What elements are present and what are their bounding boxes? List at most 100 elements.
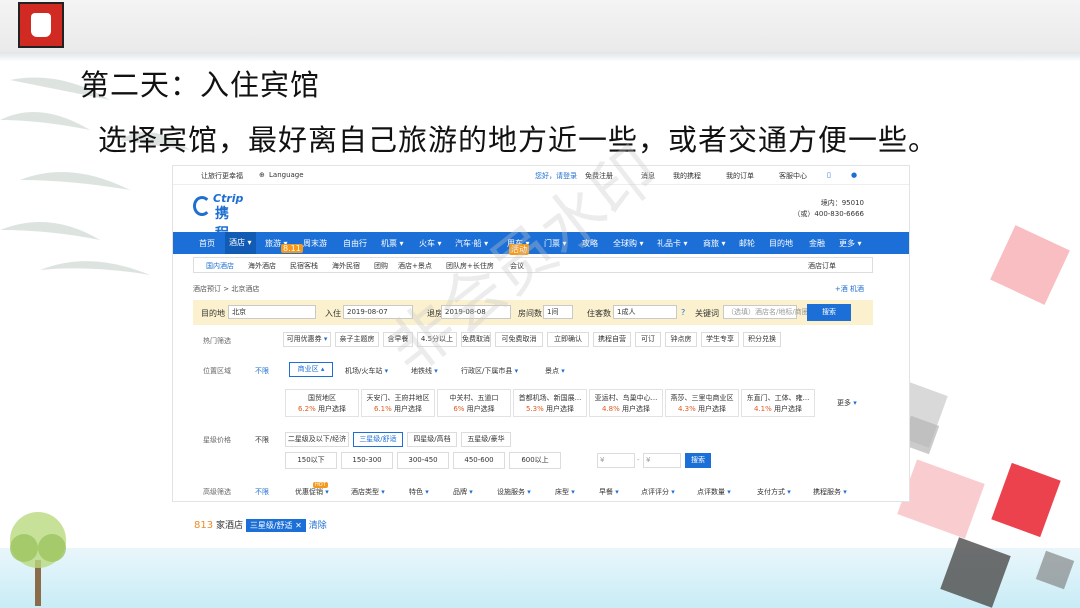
- hot-filter-coupon[interactable]: 可用优惠券 ▾: [283, 332, 331, 347]
- hotel-orders-link[interactable]: 酒店订单: [808, 261, 836, 271]
- star-option[interactable]: 三星级/舒适: [353, 432, 403, 447]
- subnav-overseas-bnb[interactable]: 海外民宿: [332, 261, 360, 271]
- help-link[interactable]: 客服中心: [779, 171, 807, 181]
- area-option[interactable]: 燕莎、三里屯商业区 4.3% 用户选择: [665, 389, 739, 417]
- nav-finance[interactable]: 金融: [809, 238, 825, 249]
- hot-filter-family[interactable]: 亲子主题房: [335, 332, 379, 347]
- filter-payment[interactable]: 支付方式 ▾: [757, 487, 791, 497]
- tab-airport-station[interactable]: 机场/火车站 ▾: [345, 366, 388, 376]
- my-trip-link[interactable]: 我的携程: [673, 171, 701, 181]
- help-icon[interactable]: ?: [681, 308, 685, 317]
- hot-filter-instant[interactable]: 立即确认: [547, 332, 589, 347]
- subnav-team[interactable]: 团队房+长住房: [446, 261, 494, 271]
- filter-promo[interactable]: 优惠促销 ▾ HOT: [295, 482, 329, 497]
- nav-hotel[interactable]: 酒店 ▾: [225, 232, 256, 254]
- login-link[interactable]: 您好，请登录: [535, 171, 577, 181]
- star-option[interactable]: 四星级/高档: [407, 432, 457, 447]
- price-max-input[interactable]: ¥: [643, 453, 681, 468]
- nav-train[interactable]: 火车 ▾: [419, 238, 442, 249]
- tab-subway[interactable]: 地铁线 ▾: [411, 366, 438, 376]
- filter-breakfast[interactable]: 早餐 ▾: [599, 487, 619, 497]
- nav-business[interactable]: 商旅 ▾: [703, 238, 726, 249]
- area-option[interactable]: 中关村、五道口 6% 用户选择: [437, 389, 511, 417]
- selected-filter-tag[interactable]: 三星级/舒适 ✕: [245, 519, 306, 532]
- messages-link[interactable]: 消息: [641, 171, 655, 181]
- price-search-button[interactable]: 搜索: [685, 453, 711, 468]
- hot-filter-cancel[interactable]: 免费取消: [461, 332, 491, 347]
- filter-features[interactable]: 特色 ▾: [409, 487, 429, 497]
- tab-business-district[interactable]: 商业区 ▴: [289, 362, 333, 377]
- guests-select[interactable]: 1成人: [613, 305, 677, 319]
- star-unlimited[interactable]: 不限: [255, 435, 269, 445]
- subnav-domestic[interactable]: 国内酒店: [206, 261, 234, 271]
- hot-filter-bookable[interactable]: 可订: [635, 332, 661, 347]
- nav-weekend[interactable]: 周末游: [303, 238, 327, 249]
- tab-scenic[interactable]: 景点 ▾: [545, 366, 565, 376]
- hot-filter-ctrip-own[interactable]: 携程自营: [593, 332, 631, 347]
- hot-filter-rating[interactable]: 4.5分以上: [417, 332, 457, 347]
- star-option[interactable]: 五星级/豪华: [461, 432, 511, 447]
- remove-tag-icon[interactable]: ✕: [295, 521, 302, 530]
- clear-filters-link[interactable]: 清除: [309, 521, 327, 531]
- hot-filter-student[interactable]: 学生专享: [701, 332, 739, 347]
- nav-home[interactable]: 首页: [199, 238, 215, 249]
- nav-free[interactable]: 自由行: [343, 238, 367, 249]
- location-unlimited[interactable]: 不限: [255, 366, 269, 376]
- nav-cruise[interactable]: 邮轮: [739, 238, 755, 249]
- destination-input[interactable]: 北京: [228, 305, 316, 319]
- subnav-meeting[interactable]: 会议: [510, 261, 524, 271]
- filter-ctrip-service[interactable]: 携程服务 ▾: [813, 487, 847, 497]
- register-link[interactable]: 免费注册: [585, 171, 613, 181]
- area-option[interactable]: 亚运村、鸟巢中心... 4.8% 用户选择: [589, 389, 663, 417]
- filter-brand[interactable]: 品牌 ▾: [453, 487, 473, 497]
- search-button[interactable]: 搜索: [807, 304, 851, 321]
- hot-filter-points[interactable]: 积分兑换: [743, 332, 781, 347]
- filter-review-count[interactable]: 点评数量 ▾: [697, 487, 731, 497]
- flight-hotel-link[interactable]: +酒 机酒: [835, 284, 864, 294]
- area-option[interactable]: 天安门、王府井地区 6.1% 用户选择: [361, 389, 435, 417]
- price-option[interactable]: 150以下: [285, 452, 337, 469]
- price-option[interactable]: 300-450: [397, 452, 449, 469]
- phone-icon[interactable]: ▯: [827, 171, 831, 179]
- checkin-input[interactable]: 2019-08-07: [343, 305, 413, 319]
- nav-travel[interactable]: 旅游 ▾8.11: [265, 238, 303, 253]
- hot-filter-hourly[interactable]: 钟点房: [665, 332, 697, 347]
- price-option[interactable]: 450-600: [453, 452, 505, 469]
- wechat-icon[interactable]: ●: [851, 171, 857, 179]
- checkout-input[interactable]: 2019-08-08: [441, 305, 511, 319]
- area-option[interactable]: 东直门、工体、雍... 4.1% 用户选择: [741, 389, 815, 417]
- subnav-groupbuy[interactable]: 团购: [374, 261, 388, 271]
- tab-district[interactable]: 行政区/下属市县 ▾: [461, 366, 518, 376]
- more-areas-link[interactable]: 更多 ▾: [837, 398, 857, 408]
- star-option[interactable]: 二星级及以下/经济: [285, 432, 349, 447]
- keyword-input[interactable]: （选填）酒店名/地标/商圈: [723, 305, 809, 319]
- nav-giftcard[interactable]: 礼品卡 ▾: [657, 238, 688, 249]
- filter-hotel-type[interactable]: 酒店类型 ▾: [351, 487, 385, 497]
- area-option[interactable]: 首都机场、新国展... 5.3% 用户选择: [513, 389, 587, 417]
- nav-bus-ship[interactable]: 汽车·船 ▾: [455, 238, 488, 249]
- price-option[interactable]: 150-300: [341, 452, 393, 469]
- language-selector[interactable]: Language: [269, 171, 304, 179]
- rooms-select[interactable]: 1间: [543, 305, 573, 319]
- nav-more[interactable]: 更多 ▾: [839, 238, 862, 249]
- subnav-bnb[interactable]: 民宿客栈: [290, 261, 318, 271]
- nav-car[interactable]: 用车 ▾活动: [507, 238, 530, 255]
- nav-destination[interactable]: 目的地: [769, 238, 793, 249]
- nav-global[interactable]: 全球购 ▾: [613, 238, 644, 249]
- hot-filter-breakfast[interactable]: 含早餐: [383, 332, 413, 347]
- breadcrumb[interactable]: 酒店预订 > 北京酒店: [193, 284, 259, 294]
- nav-flight[interactable]: 机票 ▾: [381, 238, 404, 249]
- nav-guide[interactable]: 攻略: [582, 238, 598, 249]
- my-orders-link[interactable]: 我的订单: [726, 171, 754, 181]
- nav-tickets[interactable]: 门票 ▾: [544, 238, 567, 249]
- area-option[interactable]: 国贸地区 6.2% 用户选择: [285, 389, 359, 417]
- price-min-input[interactable]: ¥: [597, 453, 635, 468]
- filter-facilities[interactable]: 设施服务 ▾: [497, 487, 531, 497]
- filter-bed[interactable]: 床型 ▾: [555, 487, 575, 497]
- advanced-unlimited[interactable]: 不限: [255, 487, 269, 497]
- subnav-overseas[interactable]: 海外酒店: [248, 261, 276, 271]
- hot-filter-free-cancel[interactable]: 可免费取消: [495, 332, 543, 347]
- subnav-hotel-scenic[interactable]: 酒店+景点: [398, 261, 432, 271]
- filter-rating[interactable]: 点评评分 ▾: [641, 487, 675, 497]
- price-option[interactable]: 600以上: [509, 452, 561, 469]
